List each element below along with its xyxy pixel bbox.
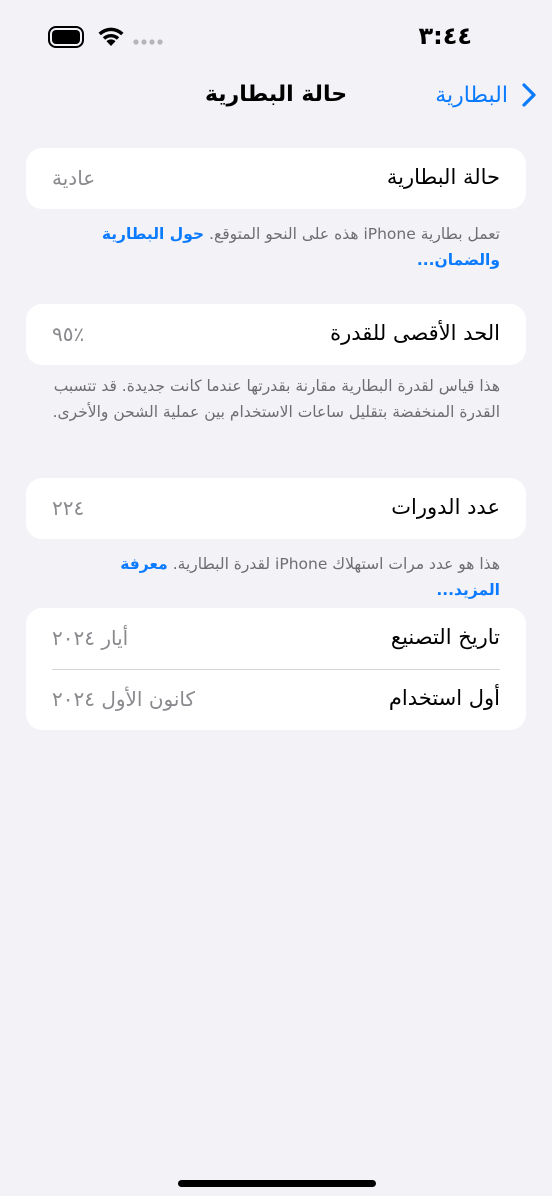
maximum-capacity-value: ٪٩٥ bbox=[52, 322, 85, 346]
cycle-count-row: عدد الدورات ٢٢٤ bbox=[26, 478, 526, 539]
navigation-bar: حالة البطارية البطارية bbox=[0, 70, 552, 126]
first-use-value: كانون الأول ٢٠٢٤ bbox=[52, 687, 196, 711]
status-bar: ٣:٤٤ bbox=[0, 0, 552, 70]
maximum-capacity-card: الحد الأقصى للقدرة ٪٩٥ bbox=[26, 304, 526, 365]
wifi-icon bbox=[98, 27, 124, 46]
battery-health-row: حالة البطارية عادية bbox=[26, 148, 526, 209]
maximum-capacity-label: الحد الأقصى للقدرة bbox=[330, 321, 500, 345]
battery-health-card: حالة البطارية عادية bbox=[26, 148, 526, 209]
battery-health-value: عادية bbox=[52, 166, 96, 190]
chevron-right-icon bbox=[522, 83, 536, 107]
home-indicator[interactable] bbox=[178, 1180, 376, 1187]
manufacture-date-label: تاريخ التصنيع bbox=[390, 625, 500, 649]
status-time: ٣:٤٤ bbox=[418, 22, 472, 50]
cycle-count-card: عدد الدورات ٢٢٤ bbox=[26, 478, 526, 539]
cycle-count-description: هذا هو عدد مرات استهلاك iPhone لقدرة الب… bbox=[172, 555, 500, 573]
cycle-count-label: عدد الدورات bbox=[391, 495, 500, 519]
cycle-count-value: ٢٢٤ bbox=[52, 496, 85, 520]
battery-health-label: حالة البطارية bbox=[386, 165, 500, 189]
battery-full-icon bbox=[48, 26, 84, 48]
maximum-capacity-description: هذا قياس لقدرة البطارية مقارنة بقدرتها ع… bbox=[52, 377, 500, 421]
maximum-capacity-footer: هذا قياس لقدرة البطارية مقارنة بقدرتها ع… bbox=[52, 373, 500, 425]
cycle-count-footer: هذا هو عدد مرات استهلاك iPhone لقدرة الب… bbox=[52, 551, 500, 603]
first-use-label: أول استخدام bbox=[388, 686, 500, 710]
first-use-row: أول استخدام كانون الأول ٢٠٢٤ bbox=[26, 669, 526, 730]
maximum-capacity-row: الحد الأقصى للقدرة ٪٩٥ bbox=[26, 304, 526, 365]
cellular-signal-icon bbox=[133, 39, 163, 45]
manufacture-date-row: تاريخ التصنيع أيار ٢٠٢٤ bbox=[26, 608, 526, 669]
battery-health-description: تعمل بطارية iPhone هذه على النحو المتوقع… bbox=[209, 225, 500, 243]
back-button[interactable]: البطارية bbox=[435, 82, 538, 108]
battery-health-footer: تعمل بطارية iPhone هذه على النحو المتوقع… bbox=[52, 221, 500, 273]
dates-card: تاريخ التصنيع أيار ٢٠٢٤ أول استخدام كانو… bbox=[26, 608, 526, 730]
manufacture-date-value: أيار ٢٠٢٤ bbox=[52, 626, 129, 650]
back-button-label: البطارية bbox=[435, 82, 508, 108]
